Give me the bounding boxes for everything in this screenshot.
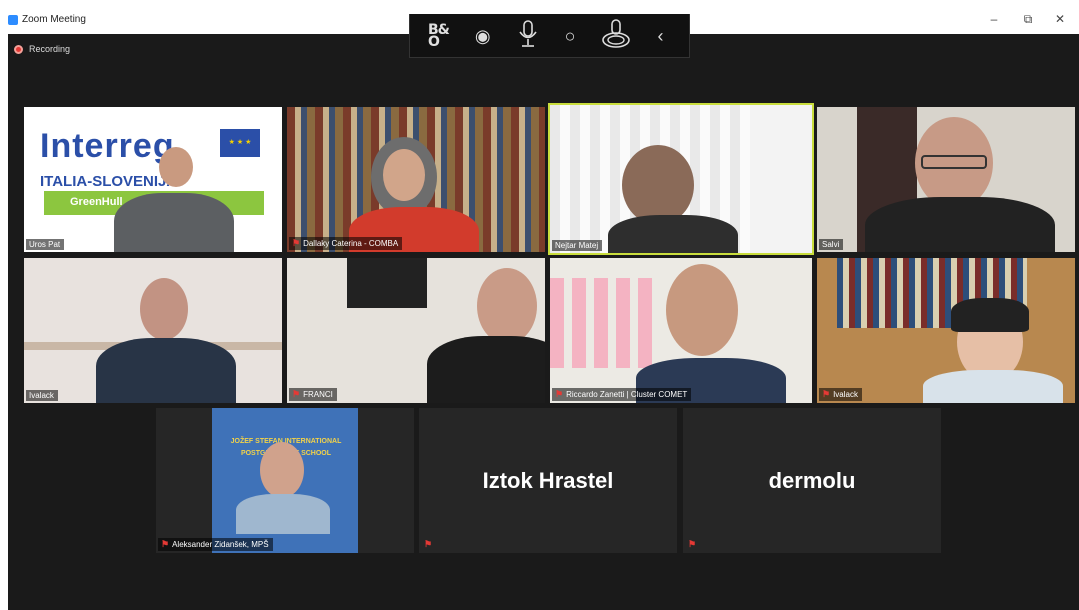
name-tag: ⚑ FRANCI [289,388,337,401]
restore-button[interactable]: ⧉ [1018,12,1038,27]
participant-display-name: Iztok Hrastel [482,467,614,493]
name-tag: ⚑ [421,538,436,551]
participant-body [865,197,1055,252]
eu-flag-icon: ★ ★ ★ [220,129,260,157]
mic-muted-icon: ⚑ [161,539,170,549]
name-tag: ⚑ Dallaky Caterina - COMBA [289,237,403,250]
name-tag: ⚑ [685,538,700,551]
participant-head [666,264,738,356]
participant-name: Ivalack [833,390,858,399]
circle-icon[interactable]: ○ [565,27,576,45]
participant-tile[interactable]: Iztok Hrastel ⚑ [419,408,677,553]
chevron-left-icon[interactable]: ‹ [657,27,663,45]
record-button-icon[interactable]: ◉ [475,27,491,45]
recording-indicator[interactable]: Recording [14,44,70,54]
participant-head [383,149,425,201]
participant-display-name: dermolu [768,467,856,493]
participant-tile[interactable]: dermolu ⚑ [683,408,941,553]
participant-name: Salvi [822,240,840,249]
mic-muted-icon: ⚑ [688,539,697,549]
name-tag: Ivalack [26,390,58,401]
window-title: Zoom Meeting [22,14,86,25]
zoom-app-icon [8,15,18,25]
program-label: ITALIA-SLOVENIJA [40,173,178,190]
participant-head [622,145,694,225]
bo-brand-icon[interactable]: B& O [428,23,450,49]
participant-head [477,268,537,344]
record-icon [14,44,23,54]
name-tag: ⚑ Ivalack [819,388,862,401]
interreg-logo: Interreg [40,127,175,165]
participant-head [159,147,193,187]
participant-name: Ivalack [29,391,54,400]
participant-tile[interactable]: Ivalack [24,258,282,403]
participant-name: Aleksander Zidanšek, MPŠ [172,540,269,549]
participant-tile[interactable]: ⚑ Ivalack [817,258,1075,403]
hair-shape [951,298,1029,332]
participant-name: Riccardo Zanetti | Cluster COMET [566,390,688,399]
participant-body [114,193,234,252]
recording-label: Recording [29,44,71,54]
mic-muted-icon: ⚑ [555,389,564,399]
participant-name: Uros Pat [29,240,61,249]
mic-muted-icon: ⚑ [292,389,301,399]
participant-body [236,494,330,534]
name-tag: Salvi [819,239,844,250]
name-tag: Uros Pat [26,239,65,250]
participant-body [96,338,236,403]
participant-body [427,336,545,403]
participant-tile[interactable]: JOŽEF STEFAN INTERNATIONAL POSTGRADUATE … [156,408,414,553]
project-label: GreenHull [70,196,123,208]
participant-name: Dallaky Caterina - COMBA [303,239,399,248]
participant-body [608,215,738,253]
sticky-notes-background [550,278,660,368]
participant-tile[interactable]: Salvi [817,107,1075,252]
microphone-icon[interactable] [517,19,539,52]
participant-name: Nejtar Matej [555,241,599,250]
participant-tile[interactable]: ⚑ Riccardo Zanetti | Cluster COMET [550,258,812,403]
mic-muted-icon: ⚑ [424,539,433,549]
tv-background [347,258,427,308]
participant-head [140,278,188,340]
minimize-button[interactable]: – [984,12,1004,26]
speaker-mic-icon[interactable] [601,18,631,53]
participant-tile[interactable]: ⚑ FRANCI [287,258,545,403]
glasses-icon [921,155,987,169]
participant-body [923,370,1063,403]
participant-tile[interactable]: Interreg ★ ★ ★ ITALIA-SLOVENIJA GreenHul… [24,107,282,252]
participant-tile[interactable]: ⚑ Dallaky Caterina - COMBA [287,107,545,252]
mic-muted-icon: ⚑ [292,238,301,248]
participant-head [260,442,304,498]
mic-muted-icon: ⚑ [822,389,831,399]
name-tag: Nejtar Matej [552,240,603,251]
participant-name: FRANCI [303,390,333,399]
participant-tile-active-speaker[interactable]: Nejtar Matej [548,103,814,255]
floating-toolbar: B& O ◉ ○ ‹ [409,14,690,58]
close-button[interactable]: ✕ [1050,12,1070,26]
name-tag: ⚑ Aleksander Zidanšek, MPŠ [158,538,273,551]
name-tag: ⚑ Riccardo Zanetti | Cluster COMET [552,388,692,401]
